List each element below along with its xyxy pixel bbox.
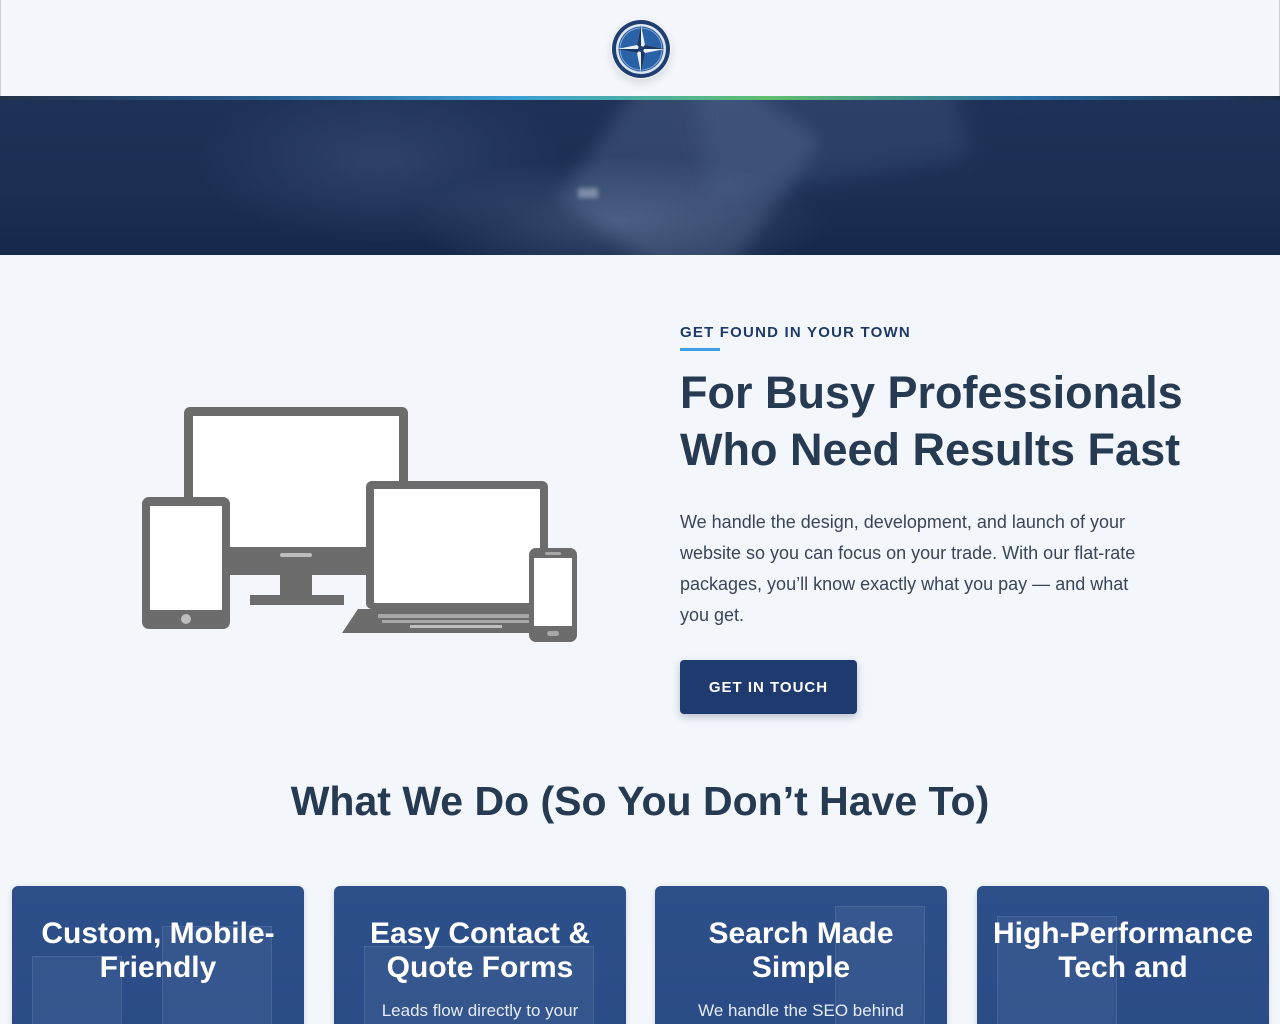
intro-title: For Busy Professionals Who Need Results …	[680, 367, 1183, 475]
services-title: What We Do (So You Don’t Have To)	[290, 778, 990, 824]
service-card-mobile[interactable]: Custom, Mobile-Friendly	[12, 886, 304, 1024]
service-card-forms[interactable]: Easy Contact & Quote Forms Leads flow di…	[334, 886, 626, 1024]
service-card-title: High-Performance Tech and	[992, 917, 1254, 984]
service-card-seo[interactable]: Search Made Simple We handle the SEO beh…	[655, 886, 947, 1024]
service-card-title: Search Made Simple	[708, 917, 894, 984]
intro-text: We handle the design, development, and l…	[680, 512, 1136, 625]
service-card-title: Easy Contact & Quote Forms	[369, 917, 591, 984]
site-header	[0, 0, 1280, 97]
intro-eyebrow: GET FOUND IN YOUR TOWN	[680, 324, 911, 341]
service-card-text: Leads flow directly to your	[381, 1001, 579, 1020]
eyebrow-underline	[680, 348, 720, 351]
hero-banner	[0, 100, 1280, 255]
get-in-touch-button[interactable]: GET IN TOUCH	[680, 660, 857, 714]
compass-logo-icon[interactable]	[611, 19, 671, 79]
service-card-title: Custom, Mobile-Friendly	[41, 917, 275, 984]
responsive-devices-icon	[140, 405, 580, 645]
service-card-tech[interactable]: High-Performance Tech and	[977, 886, 1269, 1024]
service-card-text: We handle the SEO behind	[698, 1001, 904, 1020]
